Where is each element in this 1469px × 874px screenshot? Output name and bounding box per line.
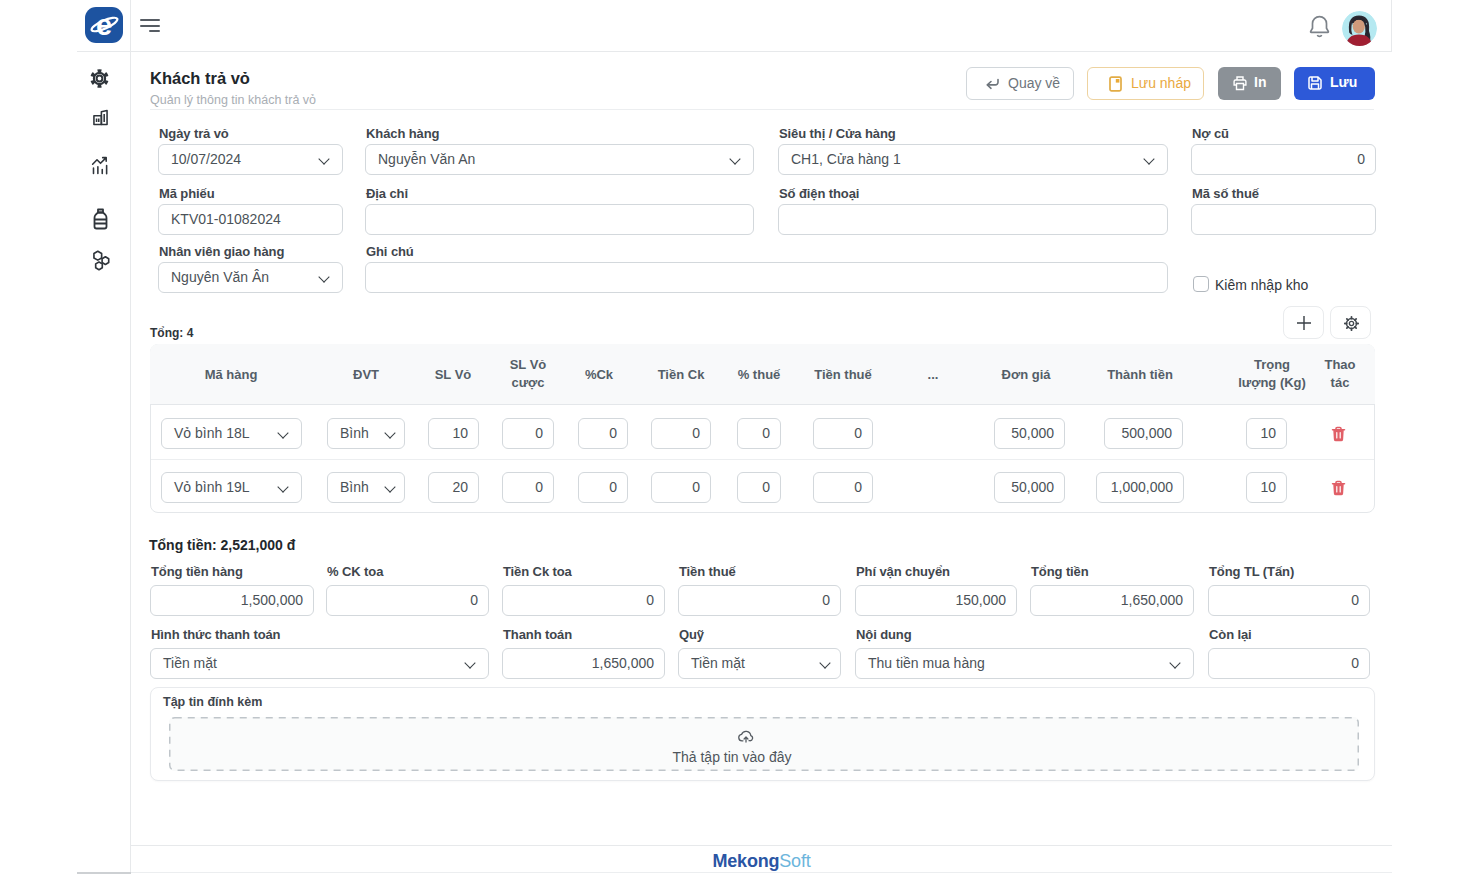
svg-text:e: e xyxy=(96,9,112,41)
